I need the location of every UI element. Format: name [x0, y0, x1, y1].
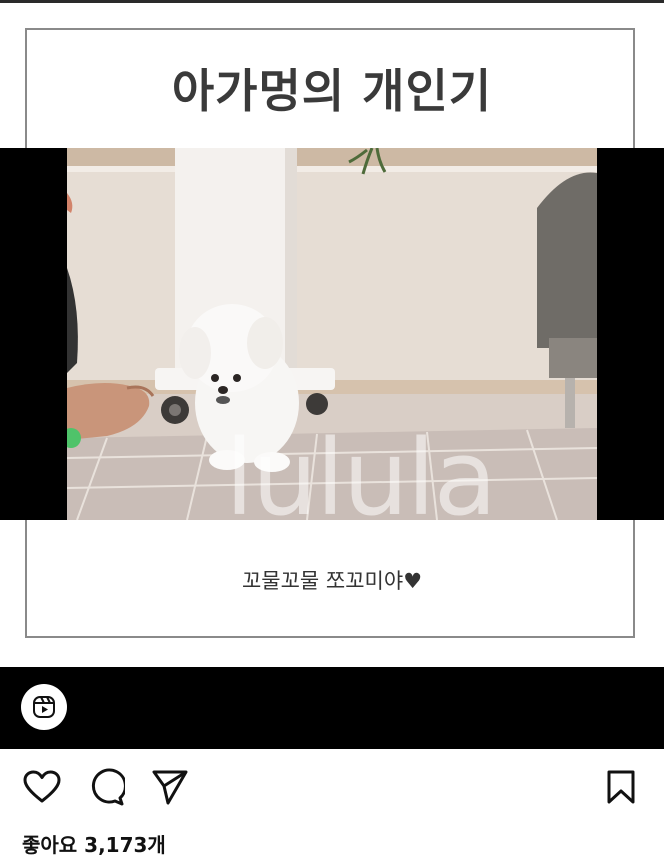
heart-icon	[23, 770, 61, 803]
comment-icon	[91, 768, 125, 806]
video-player[interactable]: lulula	[0, 148, 664, 530]
video-watermark: lulula	[225, 417, 497, 539]
post-actions	[0, 765, 664, 811]
reels-icon	[33, 696, 55, 718]
post-title: 아가멍의 개인기	[171, 64, 493, 118]
bookmark-icon	[607, 770, 635, 804]
share-button[interactable]	[148, 765, 192, 809]
post-caption: 꼬물꼬물 쪼꼬미야♥	[0, 565, 664, 595]
like-button[interactable]	[20, 765, 64, 809]
like-count[interactable]: 좋아요 3,173개	[22, 829, 166, 858]
heart-emoji: ♥	[403, 569, 423, 593]
reels-button[interactable]	[21, 684, 67, 730]
reel-bar	[0, 667, 664, 749]
send-icon	[152, 770, 188, 805]
top-divider	[0, 0, 664, 3]
save-button[interactable]	[599, 765, 643, 809]
caption-text: 꼬물꼬물 쪼꼬미야	[241, 569, 404, 593]
comment-button[interactable]	[84, 765, 128, 809]
instagram-post: 아가멍의 개인기 lulula 꼬물꼬물 쪼꼬미야♥ 좋아요 3,173개	[0, 0, 664, 858]
